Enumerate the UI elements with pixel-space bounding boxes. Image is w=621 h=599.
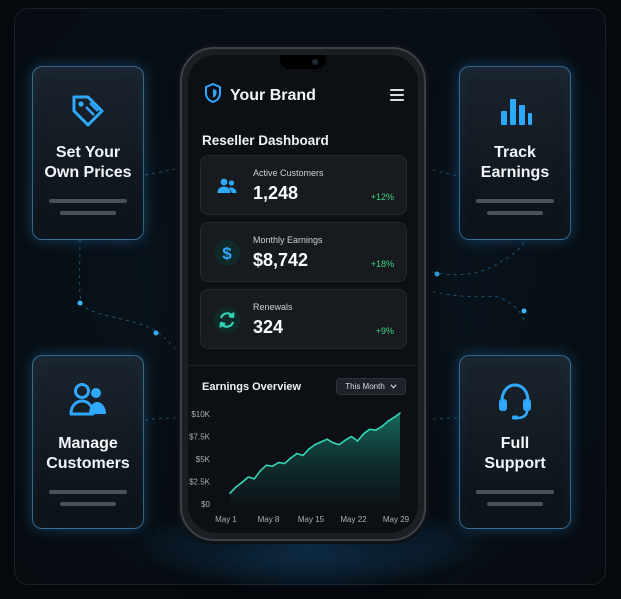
data-point	[368, 428, 371, 431]
x-tick-label: May 29	[383, 515, 410, 524]
data-point	[296, 452, 298, 455]
placeholder-line	[60, 211, 116, 215]
data-point	[362, 433, 365, 435]
feature-card-manage-customers: Manage Customers	[32, 355, 144, 529]
data-point	[387, 420, 389, 422]
data-point	[356, 440, 359, 442]
data-point	[308, 448, 310, 450]
data-point	[350, 435, 353, 438]
stat-value: 324	[253, 317, 284, 337]
data-point	[235, 486, 237, 488]
data-point	[253, 478, 256, 480]
price-tag-icon	[66, 89, 110, 133]
stat-value: $8,742	[253, 250, 309, 270]
data-point	[338, 443, 341, 446]
stat-change: +9%	[375, 326, 394, 336]
placeholder-line	[487, 211, 543, 215]
data-point	[259, 469, 262, 472]
stat-change: +12%	[370, 192, 394, 202]
headset-icon	[493, 378, 537, 422]
card-title: Full Support	[484, 435, 546, 472]
x-tick-label: May 1	[215, 515, 237, 524]
placeholder-line	[49, 490, 127, 494]
dollar-icon: $	[213, 239, 241, 267]
earnings-area-chart: $0 $2.5K $5K $7.5K $10K May 1 May 8 May 15 May 2…	[189, 410, 410, 524]
x-tick-label: May 22	[340, 515, 367, 524]
data-point	[320, 441, 322, 443]
data-point	[326, 438, 328, 440]
users-icon	[213, 172, 241, 200]
svg-text:$: $	[222, 244, 232, 263]
stat-card-monthly-earnings[interactable]: $ Monthly Earnings $8,742 +18%	[200, 222, 407, 282]
data-point	[344, 439, 347, 441]
stat-change: +18%	[370, 259, 394, 269]
feature-card-full-support: Full Support	[459, 355, 571, 529]
y-tick-label: $10K	[191, 410, 210, 419]
placeholder-line	[476, 199, 554, 203]
data-point	[302, 454, 304, 457]
data-point	[289, 457, 292, 459]
bar-chart-icon	[493, 89, 537, 133]
stat-card-active-customers[interactable]: Active Customers 1,248 +12%	[200, 155, 407, 215]
feature-card-set-prices: Set Your Own Prices	[32, 66, 144, 240]
brand-name: Your Brand	[230, 86, 316, 104]
placeholder-line	[60, 502, 116, 506]
stat-value: 1,248	[253, 183, 299, 203]
dashboard-title: Reseller Dashboard	[202, 133, 329, 148]
hamburger-menu-icon[interactable]	[390, 89, 404, 101]
y-tick-label: $2.5K	[189, 478, 211, 487]
data-point	[229, 492, 231, 494]
refresh-icon	[213, 306, 241, 334]
data-point	[241, 481, 243, 484]
placeholder-line	[49, 199, 127, 203]
stat-label: Renewals	[253, 302, 293, 312]
data-point	[265, 464, 268, 467]
y-tick-label: $0	[201, 500, 210, 509]
data-point	[332, 442, 334, 444]
placeholder-line	[476, 490, 554, 494]
brand-header: Your Brand	[204, 82, 316, 108]
data-point	[247, 476, 249, 478]
y-tick-label: $5K	[196, 455, 211, 464]
earnings-area	[230, 413, 400, 504]
card-title: Manage Customers	[46, 435, 130, 472]
stat-label: Active Customers	[253, 168, 324, 178]
data-point	[277, 461, 280, 464]
users-icon	[66, 378, 110, 422]
placeholder-line	[487, 502, 543, 506]
earnings-overview-panel: Earnings Overview This Month $0 $2.5K $5K $…	[188, 365, 418, 533]
x-tick-label: May 8	[258, 515, 280, 524]
stat-card-renewals[interactable]: Renewals 324 +9%	[200, 289, 407, 349]
x-tick-label: May 15	[298, 515, 325, 524]
phone-notch	[280, 55, 326, 69]
stat-label: Monthly Earnings	[253, 235, 323, 245]
data-point	[381, 425, 383, 428]
feature-card-track-earnings: Track Earnings	[459, 66, 571, 240]
card-title: Track Earnings	[480, 144, 550, 181]
data-point	[393, 416, 395, 419]
data-point	[374, 429, 377, 431]
y-tick-label: $7.5K	[189, 433, 211, 442]
data-point	[271, 465, 274, 467]
data-point	[283, 462, 286, 465]
data-point	[399, 412, 401, 414]
card-title: Set Your Own Prices	[44, 144, 132, 181]
data-point	[314, 443, 316, 446]
shield-icon	[204, 82, 222, 108]
phone-screen: Your Brand Reseller Dashboard Active Cus…	[188, 55, 418, 533]
phone-mockup: Your Brand Reseller Dashboard Active Cus…	[180, 47, 426, 541]
